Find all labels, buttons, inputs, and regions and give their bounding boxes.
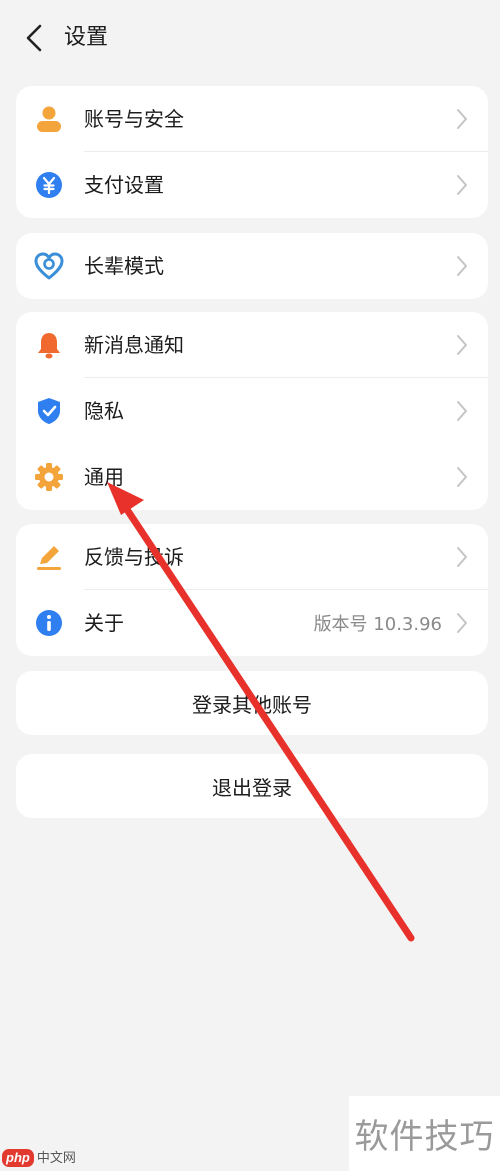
settings-item-label: 新消息通知 xyxy=(84,333,184,357)
settings-group-account: 账号与安全 支付设置 xyxy=(16,86,488,218)
logout-button[interactable]: 退出登录 xyxy=(16,754,488,818)
chevron-left-icon xyxy=(26,24,42,52)
pencil-icon xyxy=(34,542,64,572)
settings-item-account-security[interactable]: 账号与安全 xyxy=(16,86,488,152)
settings-item-label: 反馈与投诉 xyxy=(84,545,184,569)
chevron-right-icon xyxy=(454,399,470,423)
settings-item-payment[interactable]: 支付设置 xyxy=(16,152,488,218)
watermark-text: 中文网 xyxy=(36,1150,76,1165)
version-number: 版本号 10.3.96 xyxy=(313,614,442,635)
chevron-right-icon xyxy=(454,611,470,635)
settings-item-label: 支付设置 xyxy=(84,173,164,197)
settings-group-about: 反馈与投诉 关于 版本号 10.3.96 xyxy=(16,524,488,656)
settings-item-feedback[interactable]: 反馈与投诉 xyxy=(16,524,488,590)
settings-group-general: 新消息通知 隐私 通用 xyxy=(16,312,488,510)
bell-icon xyxy=(34,330,64,360)
settings-item-label: 关于 xyxy=(84,611,124,635)
shield-icon xyxy=(34,396,64,426)
settings-item-label: 通用 xyxy=(84,465,124,489)
chevron-right-icon xyxy=(454,107,470,131)
settings-item-general[interactable]: 通用 xyxy=(16,444,488,510)
chevron-right-icon xyxy=(454,465,470,489)
user-icon xyxy=(34,104,64,134)
info-icon xyxy=(34,608,64,638)
chevron-right-icon xyxy=(454,333,470,357)
page-title: 设置 xyxy=(64,25,109,50)
settings-item-privacy[interactable]: 隐私 xyxy=(16,378,488,444)
settings-item-about[interactable]: 关于 版本号 10.3.96 xyxy=(16,590,488,656)
watermark-software-tips: 软件技巧 xyxy=(349,1096,500,1171)
settings-item-notifications[interactable]: 新消息通知 xyxy=(16,312,488,378)
heart-icon xyxy=(34,251,64,281)
settings-item-label: 账号与安全 xyxy=(84,107,184,131)
watermark-php-cn: php 中文网 xyxy=(2,1149,76,1167)
yuan-icon xyxy=(34,170,64,200)
settings-item-label: 隐私 xyxy=(84,399,124,423)
settings-item-elder-mode[interactable]: 长辈模式 xyxy=(16,233,488,299)
chevron-right-icon xyxy=(454,254,470,278)
switch-account-button[interactable]: 登录其他账号 xyxy=(16,671,488,735)
settings-item-label: 长辈模式 xyxy=(84,254,164,278)
settings-group-elder: 长辈模式 xyxy=(16,233,488,299)
gear-icon xyxy=(34,462,64,492)
back-button[interactable] xyxy=(16,20,52,56)
header-bar: 设置 xyxy=(0,0,500,80)
chevron-right-icon xyxy=(454,173,470,197)
chevron-right-icon xyxy=(454,545,470,569)
watermark-logo: php xyxy=(2,1149,34,1167)
